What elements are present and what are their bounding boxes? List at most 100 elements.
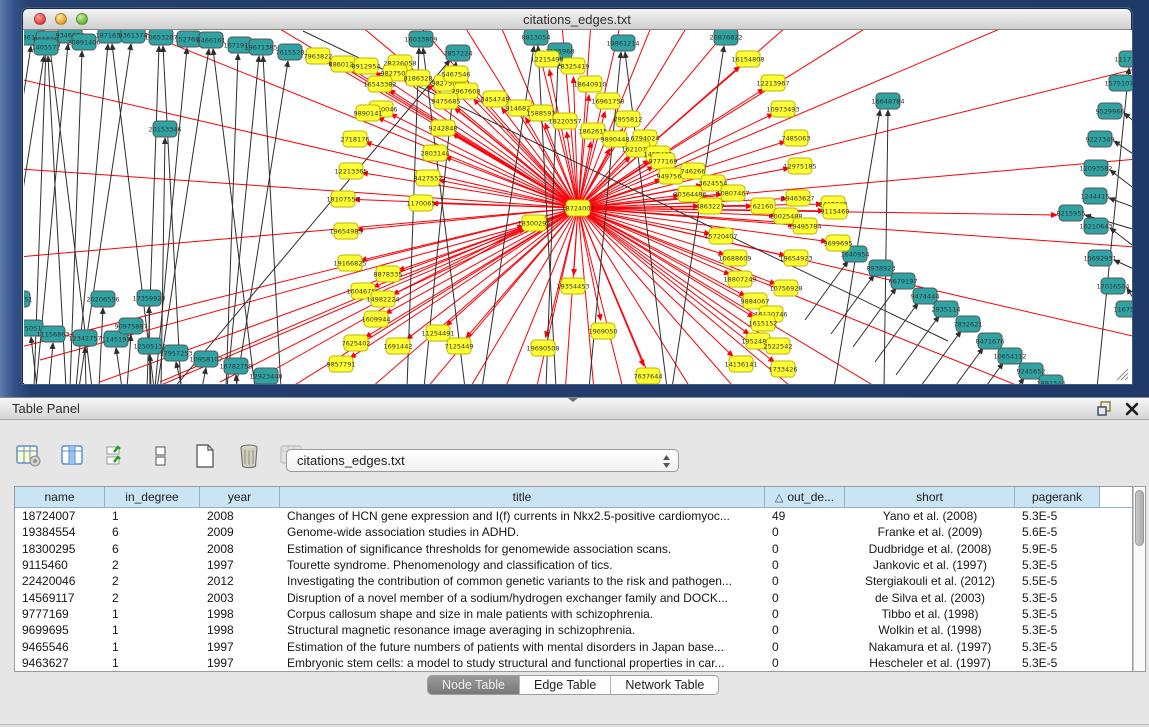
graph-node[interactable]: 14982224 <box>366 291 399 307</box>
splitter-collapse-handle[interactable] <box>567 397 579 403</box>
graph-node[interactable]: 9699695 <box>824 235 853 251</box>
graph-node[interactable]: 7955812 <box>614 111 643 127</box>
cell-title[interactable]: Estimation of the future numbers of pati… <box>280 638 765 654</box>
cell-out_de[interactable]: 0 <box>765 524 845 540</box>
cell-pagerank[interactable]: 5.3E-5 <box>1015 557 1100 573</box>
graph-node[interactable]: 2803144 <box>421 145 450 161</box>
graph-node[interactable]: 6679197 <box>889 273 918 289</box>
table-row[interactable]: 1830029562008Estimation of significance … <box>15 541 1132 557</box>
cell-out_de[interactable]: 49 <box>765 508 845 524</box>
graph-node[interactable]: 9227349 <box>1086 131 1115 147</box>
table-vertical-scrollbar[interactable] <box>1133 486 1146 672</box>
cell-in_degree[interactable]: 1 <box>105 606 200 622</box>
cell-year[interactable]: 2008 <box>200 541 280 557</box>
graph-node[interactable]: 9242848 <box>429 120 458 136</box>
network-canvas[interactable]: 1872400718300295186108486183049346034140… <box>24 30 1132 384</box>
select-columns-icon[interactable] <box>58 442 88 470</box>
cell-year[interactable]: 1998 <box>200 622 280 638</box>
graph-node[interactable]: 10958107 <box>189 351 222 367</box>
cell-name[interactable]: 9699695 <box>15 622 105 638</box>
table-row[interactable]: 1456911722003Disruption of a novel membe… <box>15 589 1132 605</box>
cell-in_degree[interactable]: 2 <box>105 557 200 573</box>
graph-node[interactable]: 7637644 <box>634 368 663 384</box>
tab-edge-table[interactable]: Edge Table <box>520 676 611 694</box>
graph-node[interactable]: 1609944 <box>362 311 391 327</box>
cell-year[interactable]: 2003 <box>200 589 280 605</box>
table-settings-icon[interactable] <box>14 442 44 470</box>
graph-node[interactable]: 1969050 <box>589 323 618 339</box>
graph-node[interactable]: 12213365 <box>334 163 367 179</box>
cell-short[interactable]: Franke et al. (2009) <box>845 524 1015 540</box>
graph-node[interactable]: 18807249 <box>723 271 756 287</box>
graph-node[interactable]: 2935114 <box>932 301 961 317</box>
cell-pagerank[interactable]: 5.5E-5 <box>1015 573 1100 589</box>
graph-node[interactable]: 16543382 <box>363 76 396 92</box>
graph-node[interactable]: 16154808 <box>731 51 764 67</box>
graph-node[interactable]: 8938923 <box>867 260 896 276</box>
close-panel-icon[interactable] <box>1125 402 1139 416</box>
graph-node[interactable]: 7857224 <box>444 45 473 61</box>
graph-node[interactable]: 8215955 <box>1057 205 1086 221</box>
cell-short[interactable]: Jankovic et al. (1997) <box>845 557 1015 573</box>
graph-node[interactable]: 12975185 <box>783 158 816 174</box>
graph-node[interactable]: 7832621 <box>954 316 983 332</box>
cell-in_degree[interactable]: 2 <box>105 589 200 605</box>
cell-out_de[interactable]: 0 <box>765 541 845 557</box>
graph-node[interactable]: 9890141 <box>354 105 383 121</box>
graph-node[interactable]: 90975887 <box>114 318 147 334</box>
graph-node[interactable]: 9475685 <box>432 93 461 109</box>
graph-node[interactable]: 8878335 <box>374 266 403 282</box>
cell-out_de[interactable]: 0 <box>765 638 845 654</box>
cell-out_de[interactable]: 0 <box>765 606 845 622</box>
cell-name[interactable]: 14569117 <box>15 589 105 605</box>
cell-in_degree[interactable]: 6 <box>105 541 200 557</box>
column-header-short[interactable]: short <box>845 487 1015 507</box>
graph-node[interactable]: 20206556 <box>86 291 119 307</box>
graph-node[interactable]: 8813054 <box>522 30 551 45</box>
column-header-title[interactable]: title <box>280 487 765 507</box>
graph-node[interactable]: 16782759 <box>219 358 252 374</box>
cell-pagerank[interactable]: 5.9E-5 <box>1015 541 1100 557</box>
row-options-icon[interactable] <box>146 442 176 470</box>
column-header-in_degree[interactable]: in_degree <box>105 487 200 507</box>
cell-year[interactable]: 1997 <box>200 557 280 573</box>
cell-name[interactable]: 19384554 <box>15 524 105 540</box>
column-header-year[interactable]: year <box>200 487 280 507</box>
graph-node[interactable]: 10807467 <box>716 185 749 201</box>
cell-pagerank[interactable]: 5.3E-5 <box>1015 508 1100 524</box>
cell-title[interactable]: Disruption of a novel member of a sodium… <box>280 589 765 605</box>
cell-title[interactable]: Structural magnetic resonance image aver… <box>280 622 765 638</box>
graph-node[interactable]: 14136141 <box>724 356 757 372</box>
cell-out_de[interactable]: 0 <box>765 589 845 605</box>
graph-node[interactable]: 10653287 <box>144 30 177 45</box>
new-table-icon[interactable] <box>190 442 220 470</box>
cell-year[interactable]: 2008 <box>200 508 280 524</box>
table-row[interactable]: 969969511998Structural magnetic resonanc… <box>15 622 1132 638</box>
column-header-out_de[interactable]: △out_de... <box>765 487 845 507</box>
graph-node[interactable]: 12213967 <box>756 75 789 91</box>
graph-node[interactable]: 16033809 <box>404 31 437 47</box>
cell-year[interactable]: 2009 <box>200 524 280 540</box>
cell-pagerank[interactable]: 5.3E-5 <box>1015 655 1100 671</box>
graph-node[interactable]: 16648784 <box>871 93 904 109</box>
cell-out_de[interactable]: 0 <box>765 573 845 589</box>
graph-node[interactable]: 1733426 <box>769 361 798 377</box>
cell-short[interactable]: Hescheler et al. (1997) <box>845 655 1015 671</box>
graph-node[interactable]: 7625402 <box>342 335 371 351</box>
cell-title[interactable]: Changes of HCN gene expression and I(f) … <box>280 508 765 524</box>
cell-in_degree[interactable]: 2 <box>105 573 200 589</box>
graph-node[interactable]: 12923448 <box>249 368 282 384</box>
table-row[interactable]: 1938455462009Genome-wide association stu… <box>15 524 1132 540</box>
graph-node[interactable]: 15751074 <box>1104 75 1132 91</box>
cell-out_de[interactable]: 0 <box>765 655 845 671</box>
cell-in_degree[interactable]: 6 <box>105 524 200 540</box>
cell-name[interactable]: 9777169 <box>15 606 105 622</box>
graph-node[interactable]: 5467546 <box>442 66 471 82</box>
graph-node[interactable]: 2718176 <box>341 131 370 147</box>
table-row[interactable]: 1872400712008Changes of HCN gene express… <box>15 508 1132 524</box>
table-row[interactable]: 946362711997Embryonic stem cells: a mode… <box>15 655 1132 671</box>
column-header-name[interactable]: name <box>15 487 105 507</box>
cell-in_degree[interactable]: 1 <box>105 622 200 638</box>
graph-node[interactable]: 10973493 <box>766 101 799 117</box>
graph-node[interactable]: 1691442 <box>384 338 413 354</box>
